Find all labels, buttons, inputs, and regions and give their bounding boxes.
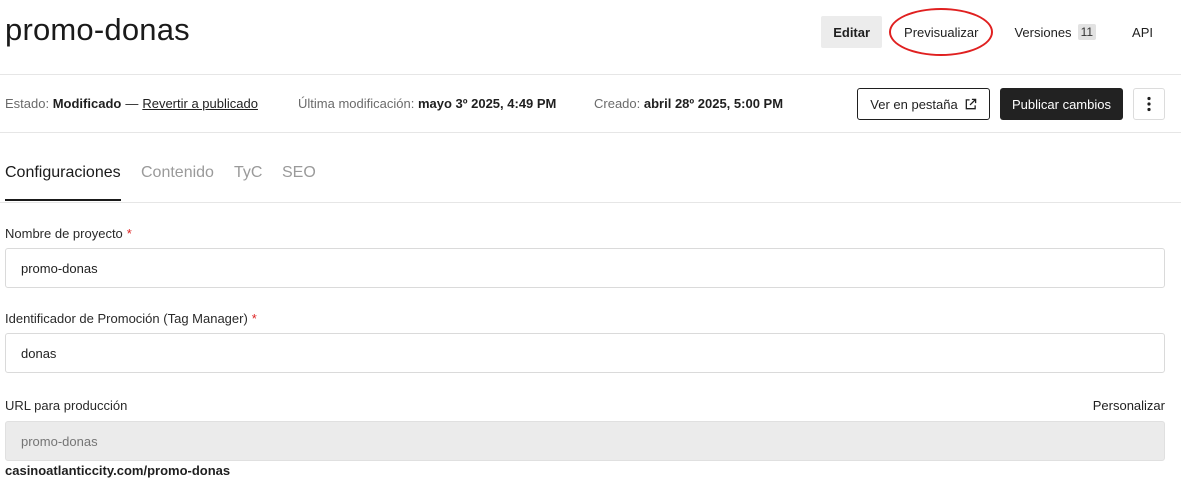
header-actions: Editar Previsualizar Versiones 11 API (821, 8, 1165, 56)
project-name-input[interactable] (5, 248, 1165, 288)
tab-seo[interactable]: SEO (282, 164, 316, 182)
project-name-label: Nombre de proyecto * (5, 226, 132, 241)
promo-id-label-text: Identificador de Promoción (Tag Manager) (5, 311, 248, 326)
last-modified-label: Última modificación: (298, 96, 415, 111)
required-mark: * (126, 226, 132, 241)
customize-url-link[interactable]: Personalizar (1093, 398, 1165, 413)
tab-tyc[interactable]: TyC (234, 164, 262, 182)
status-label: Estado: (5, 96, 50, 111)
created-date: Creado: abril 28º 2025, 5:00 PM (594, 96, 783, 111)
required-mark: * (251, 311, 257, 326)
external-link-icon (965, 98, 976, 109)
last-modified-value: mayo 3º 2025, 4:49 PM (417, 96, 557, 111)
prod-url-input (5, 421, 1165, 461)
created-value: abril 28º 2025, 5:00 PM (643, 96, 784, 111)
page-title: promo-donas (5, 12, 190, 47)
full-url-preview: casinoatlanticcity.com/promo-donas (5, 463, 231, 478)
status-value: Modificado (52, 96, 122, 111)
versions-count-badge: 11 (1077, 24, 1097, 40)
project-name-label-text: Nombre de proyecto (5, 226, 123, 241)
prod-url-label: URL para producción (5, 398, 128, 413)
more-vertical-icon (1147, 96, 1151, 112)
more-options-button[interactable] (1133, 88, 1165, 120)
view-in-tab-button[interactable]: Ver en pestaña (857, 88, 990, 120)
created-label: Creado: (594, 96, 641, 111)
status-separator: — (125, 96, 139, 111)
promo-id-input[interactable] (5, 333, 1165, 373)
versions-label: Versiones (1014, 24, 1072, 40)
last-modified: Última modificación: mayo 3º 2025, 4:49 … (298, 96, 556, 111)
preview-button[interactable]: Previsualizar (889, 8, 994, 56)
view-in-tab-label: Ver en pestaña (870, 96, 958, 112)
publish-changes-button[interactable]: Publicar cambios (1000, 88, 1123, 120)
api-button[interactable]: API (1120, 16, 1165, 48)
promo-id-label: Identificador de Promoción (Tag Manager)… (5, 311, 257, 326)
edit-button[interactable]: Editar (821, 16, 883, 48)
status-bar: Estado: Modificado — Revertir a publicado … (0, 76, 1181, 133)
tab-contenido[interactable]: Contenido (141, 164, 214, 182)
versions-button[interactable]: Versiones 11 (1002, 16, 1108, 48)
revert-to-published-link[interactable]: Revertir a publicado (142, 96, 258, 111)
page-header: promo-donas Editar Previsualizar Version… (0, 0, 1181, 75)
tab-configuraciones[interactable]: Configuraciones (5, 164, 121, 201)
status-info: Estado: Modificado — Revertir a publicado (5, 96, 258, 111)
tab-bar: Configuraciones Contenido TyC SEO (0, 133, 1181, 203)
